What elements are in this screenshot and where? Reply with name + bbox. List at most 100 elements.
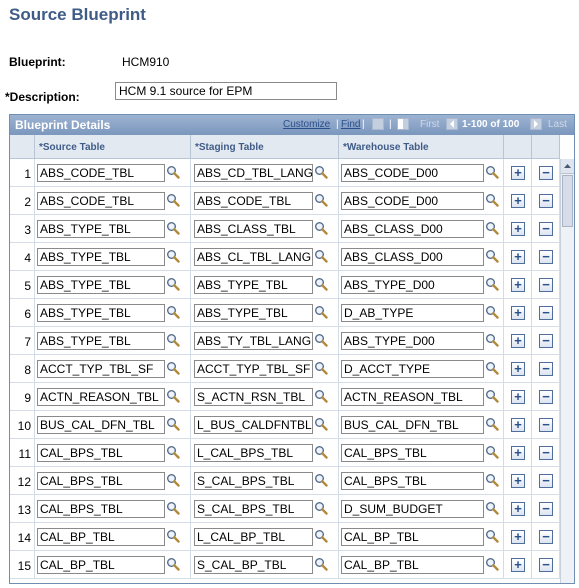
staging-table-input[interactable]: ABS_CLASS_TBL xyxy=(194,220,313,238)
warehouse-table-input[interactable]: D_AB_TYPE xyxy=(341,304,484,322)
magnifier-icon[interactable] xyxy=(314,417,328,431)
magnifier-icon[interactable] xyxy=(485,473,499,487)
vertical-scrollbar[interactable] xyxy=(560,159,574,583)
staging-table-input[interactable]: ABS_CL_TBL_LANG xyxy=(194,248,313,266)
magnifier-icon[interactable] xyxy=(166,221,180,235)
warehouse-table-input[interactable]: ABS_CLASS_D00 xyxy=(341,220,484,238)
magnifier-icon[interactable] xyxy=(485,221,499,235)
download-icon[interactable] xyxy=(397,118,409,130)
source-table-input[interactable]: ABS_CODE_TBL xyxy=(37,164,165,182)
plus-icon[interactable]: + xyxy=(511,166,525,180)
magnifier-icon[interactable] xyxy=(166,445,180,459)
magnifier-icon[interactable] xyxy=(485,193,499,207)
source-table-input[interactable]: ABS_TYPE_TBL xyxy=(37,248,165,266)
magnifier-icon[interactable] xyxy=(485,333,499,347)
magnifier-icon[interactable] xyxy=(314,305,328,319)
source-table-input[interactable]: BUS_CAL_DFN_TBL xyxy=(37,416,165,434)
magnifier-icon[interactable] xyxy=(485,165,499,179)
source-table-input[interactable]: ABS_CODE_TBL xyxy=(37,192,165,210)
minus-icon[interactable]: − xyxy=(539,334,553,348)
view-all-icon[interactable] xyxy=(372,118,384,130)
magnifier-icon[interactable] xyxy=(166,165,180,179)
column-header-warehouse-table[interactable]: *Warehouse Table xyxy=(339,135,504,159)
source-table-input[interactable]: ABS_TYPE_TBL xyxy=(37,276,165,294)
magnifier-icon[interactable] xyxy=(166,389,180,403)
source-table-input[interactable]: ABS_TYPE_TBL xyxy=(37,220,165,238)
warehouse-table-input[interactable]: CAL_BP_TBL xyxy=(341,556,484,574)
magnifier-icon[interactable] xyxy=(314,165,328,179)
plus-icon[interactable]: + xyxy=(511,558,525,572)
magnifier-icon[interactable] xyxy=(314,277,328,291)
staging-table-input[interactable]: S_CAL_BP_TBL xyxy=(194,556,313,574)
source-table-input[interactable]: ACCT_TYP_TBL_SF xyxy=(37,360,165,378)
plus-icon[interactable]: + xyxy=(511,306,525,320)
warehouse-table-input[interactable]: ABS_CODE_D00 xyxy=(341,192,484,210)
source-table-input[interactable]: ABS_TYPE_TBL xyxy=(37,332,165,350)
plus-icon[interactable]: + xyxy=(511,474,525,488)
magnifier-icon[interactable] xyxy=(314,473,328,487)
magnifier-icon[interactable] xyxy=(485,445,499,459)
staging-table-input[interactable]: ABS_CODE_TBL xyxy=(194,192,313,210)
find-link[interactable]: Find xyxy=(341,119,360,130)
magnifier-icon[interactable] xyxy=(314,193,328,207)
magnifier-icon[interactable] xyxy=(314,221,328,235)
staging-table-input[interactable]: L_CAL_BPS_TBL xyxy=(194,444,313,462)
magnifier-icon[interactable] xyxy=(314,445,328,459)
plus-icon[interactable]: + xyxy=(511,334,525,348)
minus-icon[interactable]: − xyxy=(539,502,553,516)
staging-table-input[interactable]: ABS_TY_TBL_LANG xyxy=(194,332,313,350)
magnifier-icon[interactable] xyxy=(166,501,180,515)
minus-icon[interactable]: − xyxy=(539,194,553,208)
magnifier-icon[interactable] xyxy=(166,361,180,375)
minus-icon[interactable]: − xyxy=(539,306,553,320)
column-header-source-table[interactable]: *Source Table xyxy=(35,135,191,159)
staging-table-input[interactable]: ABS_TYPE_TBL xyxy=(194,304,313,322)
staging-table-input[interactable]: L_BUS_CALDFNTBL xyxy=(194,416,313,434)
warehouse-table-input[interactable]: ABS_TYPE_D00 xyxy=(341,276,484,294)
plus-icon[interactable]: + xyxy=(511,222,525,236)
minus-icon[interactable]: − xyxy=(539,558,553,572)
staging-table-input[interactable]: ABS_CD_TBL_LANG xyxy=(194,164,313,182)
scroll-up-icon[interactable] xyxy=(561,159,574,174)
column-header-staging-table[interactable]: *Staging Table xyxy=(191,135,339,159)
magnifier-icon[interactable] xyxy=(485,501,499,515)
warehouse-table-input[interactable]: CAL_BPS_TBL xyxy=(341,444,484,462)
magnifier-icon[interactable] xyxy=(166,333,180,347)
magnifier-icon[interactable] xyxy=(314,529,328,543)
minus-icon[interactable]: − xyxy=(539,250,553,264)
magnifier-icon[interactable] xyxy=(314,557,328,571)
source-table-input[interactable]: CAL_BPS_TBL xyxy=(37,444,165,462)
warehouse-table-input[interactable]: D_SUM_BUDGET xyxy=(341,500,484,518)
magnifier-icon[interactable] xyxy=(314,361,328,375)
magnifier-icon[interactable] xyxy=(485,305,499,319)
magnifier-icon[interactable] xyxy=(485,249,499,263)
minus-icon[interactable]: − xyxy=(539,390,553,404)
plus-icon[interactable]: + xyxy=(511,446,525,460)
magnifier-icon[interactable] xyxy=(314,333,328,347)
minus-icon[interactable]: − xyxy=(539,362,553,376)
plus-icon[interactable]: + xyxy=(511,390,525,404)
magnifier-icon[interactable] xyxy=(314,389,328,403)
minus-icon[interactable]: − xyxy=(539,278,553,292)
warehouse-table-input[interactable]: CAL_BP_TBL xyxy=(341,528,484,546)
customize-link[interactable]: Customize xyxy=(283,119,330,130)
minus-icon[interactable]: − xyxy=(539,418,553,432)
source-table-input[interactable]: ACTN_REASON_TBL xyxy=(37,388,165,406)
plus-icon[interactable]: + xyxy=(511,250,525,264)
minus-icon[interactable]: − xyxy=(539,530,553,544)
staging-table-input[interactable]: S_CAL_BPS_TBL xyxy=(194,500,313,518)
warehouse-table-input[interactable]: ABS_CLASS_D00 xyxy=(341,248,484,266)
staging-table-input[interactable]: L_CAL_BP_TBL xyxy=(194,528,313,546)
staging-table-input[interactable]: S_ACTN_RSN_TBL xyxy=(194,388,313,406)
magnifier-icon[interactable] xyxy=(485,557,499,571)
plus-icon[interactable]: + xyxy=(511,278,525,292)
source-table-input[interactable]: CAL_BP_TBL xyxy=(37,528,165,546)
magnifier-icon[interactable] xyxy=(314,249,328,263)
magnifier-icon[interactable] xyxy=(166,473,180,487)
warehouse-table-input[interactable]: ACTN_REASON_TBL xyxy=(341,388,484,406)
plus-icon[interactable]: + xyxy=(511,418,525,432)
magnifier-icon[interactable] xyxy=(166,417,180,431)
minus-icon[interactable]: − xyxy=(539,166,553,180)
magnifier-icon[interactable] xyxy=(485,277,499,291)
minus-icon[interactable]: − xyxy=(539,222,553,236)
